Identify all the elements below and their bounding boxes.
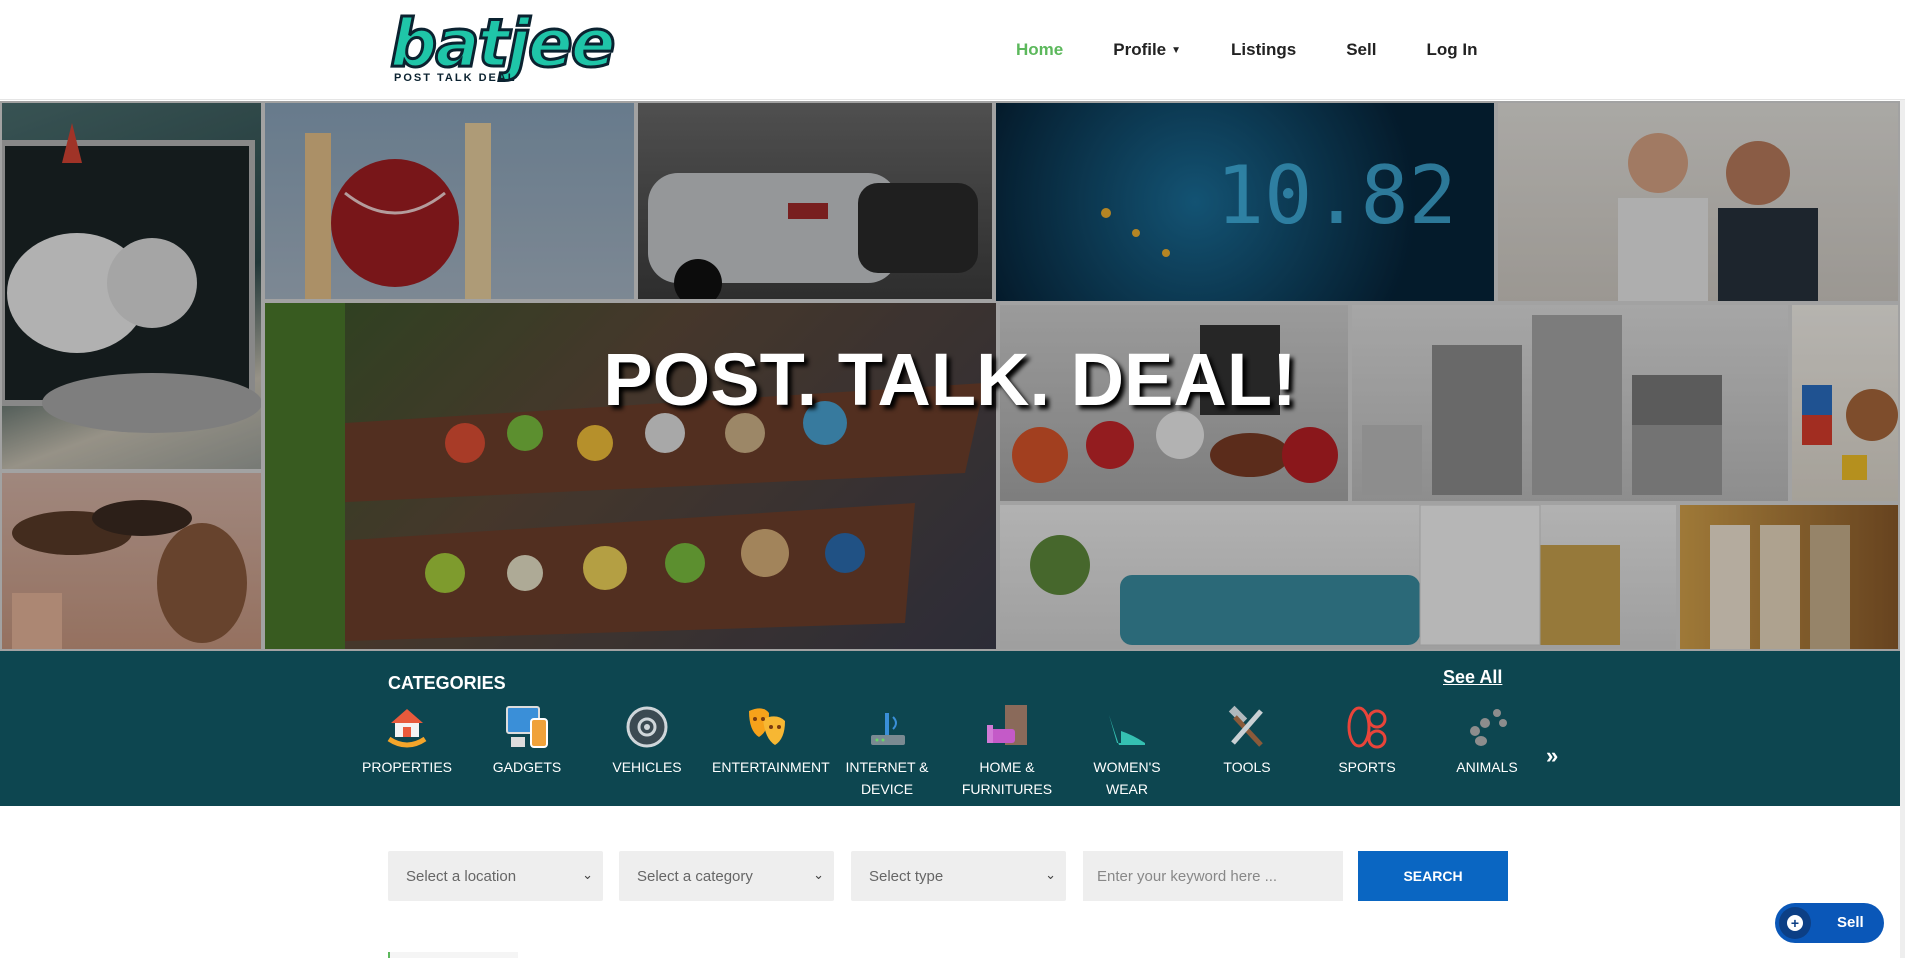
nav-home-label: Home <box>1016 40 1064 59</box>
category-animals[interactable]: ANIMALS <box>1432 704 1542 778</box>
category-vehicles[interactable]: VEHICLES <box>592 704 702 778</box>
nav-sell-label: Sell <box>1346 40 1377 59</box>
hero-title: POST. TALK. DEAL! <box>603 338 1297 421</box>
nav-listings-label: Listings <box>1231 40 1297 59</box>
devices-icon <box>504 704 550 750</box>
categories-title: CATEGORIES <box>388 673 506 693</box>
category-entertainment[interactable]: ENTERTAINMENT <box>712 704 830 778</box>
category-label: GADGETS <box>492 759 562 775</box>
keyword-placeholder: Enter your keyword here ... <box>1097 867 1278 885</box>
category-label: ENTERTAINMENT <box>712 759 830 775</box>
category-home-furnitures[interactable]: HOME & FURNITURES <box>952 704 1062 800</box>
site-header: batjee POST TALK DEAL Home Profile ▼ List… <box>0 0 1905 100</box>
furniture-icon <box>984 704 1030 750</box>
main-nav: Home Profile ▼ Listings Sell Log In <box>1016 40 1527 60</box>
categories-band: CATEGORIES See All PROPERTIES GADGETS VE… <box>0 651 1900 806</box>
location-select[interactable]: Select a location ⌄ <box>388 851 603 901</box>
chevron-down-icon: ⌄ <box>813 867 824 882</box>
see-all-link[interactable]: See All <box>1443 667 1502 688</box>
nav-profile[interactable]: Profile ▼ <box>1113 40 1181 60</box>
nav-sell[interactable]: Sell <box>1346 40 1376 60</box>
floating-sell-button[interactable]: + Sell <box>1775 903 1884 943</box>
category-label: HOME & FURNITURES <box>961 759 1053 797</box>
floating-sell-label: Sell <box>1837 914 1864 931</box>
category-womens-wear[interactable]: WOMEN'S WEAR <box>1072 704 1182 800</box>
hero-banner: 10.82 POST. TALK. DEAL! <box>0 101 1900 651</box>
category-select-value: Select a category <box>637 867 753 885</box>
brand-logo-wordmark: batjee <box>388 5 616 82</box>
category-label: PROPERTIES <box>362 759 452 775</box>
house-hand-icon <box>384 704 430 750</box>
category-tools[interactable]: TOOLS <box>1192 704 1302 778</box>
type-select-value: Select type <box>869 867 944 885</box>
category-label: ANIMALS <box>1456 759 1518 775</box>
router-icon <box>864 704 910 750</box>
section-accent-line <box>388 952 518 958</box>
category-sports[interactable]: SPORTS <box>1312 704 1422 778</box>
category-select[interactable]: Select a category ⌄ <box>619 851 834 901</box>
chevron-down-icon: ⌄ <box>582 867 593 882</box>
keyword-input[interactable]: Enter your keyword here ... <box>1083 851 1343 901</box>
category-properties[interactable]: PROPERTIES <box>352 704 462 778</box>
paw-icon <box>1464 704 1510 750</box>
high-heel-icon <box>1104 704 1150 750</box>
type-select[interactable]: Select type ⌄ <box>851 851 1066 901</box>
search-button[interactable]: SEARCH <box>1358 851 1508 901</box>
chevron-down-icon: ▼ <box>1171 44 1182 56</box>
tire-icon <box>624 704 670 750</box>
nav-home[interactable]: Home <box>1016 40 1063 60</box>
brand-tagline: POST TALK DEAL <box>394 72 517 84</box>
sports-balls-icon <box>1344 704 1390 750</box>
tools-icon <box>1224 704 1270 750</box>
nav-listings[interactable]: Listings <box>1231 40 1296 60</box>
page-scrollbar[interactable] <box>1900 0 1905 958</box>
nav-profile-label: Profile <box>1113 40 1167 59</box>
category-label: WOMEN'S WEAR <box>1093 759 1161 797</box>
category-label: VEHICLES <box>612 759 682 775</box>
nav-login-label: Log In <box>1426 40 1478 59</box>
category-label: SPORTS <box>1338 759 1396 775</box>
category-internet-device[interactable]: INTERNET & DEVICE <box>832 704 942 800</box>
double-chevron-right-icon[interactable]: » <box>1546 743 1558 769</box>
category-gadgets[interactable]: GADGETS <box>472 704 582 778</box>
chevron-down-icon: ⌄ <box>1045 867 1056 882</box>
brand-logo[interactable]: batjee POST TALK DEAL <box>388 5 635 90</box>
category-label: TOOLS <box>1223 759 1271 775</box>
nav-login[interactable]: Log In <box>1426 40 1477 60</box>
category-label: INTERNET & DEVICE <box>845 759 929 797</box>
plus-circle-icon: + <box>1779 907 1811 939</box>
location-select-value: Select a location <box>406 867 517 885</box>
theater-masks-icon <box>744 704 790 750</box>
